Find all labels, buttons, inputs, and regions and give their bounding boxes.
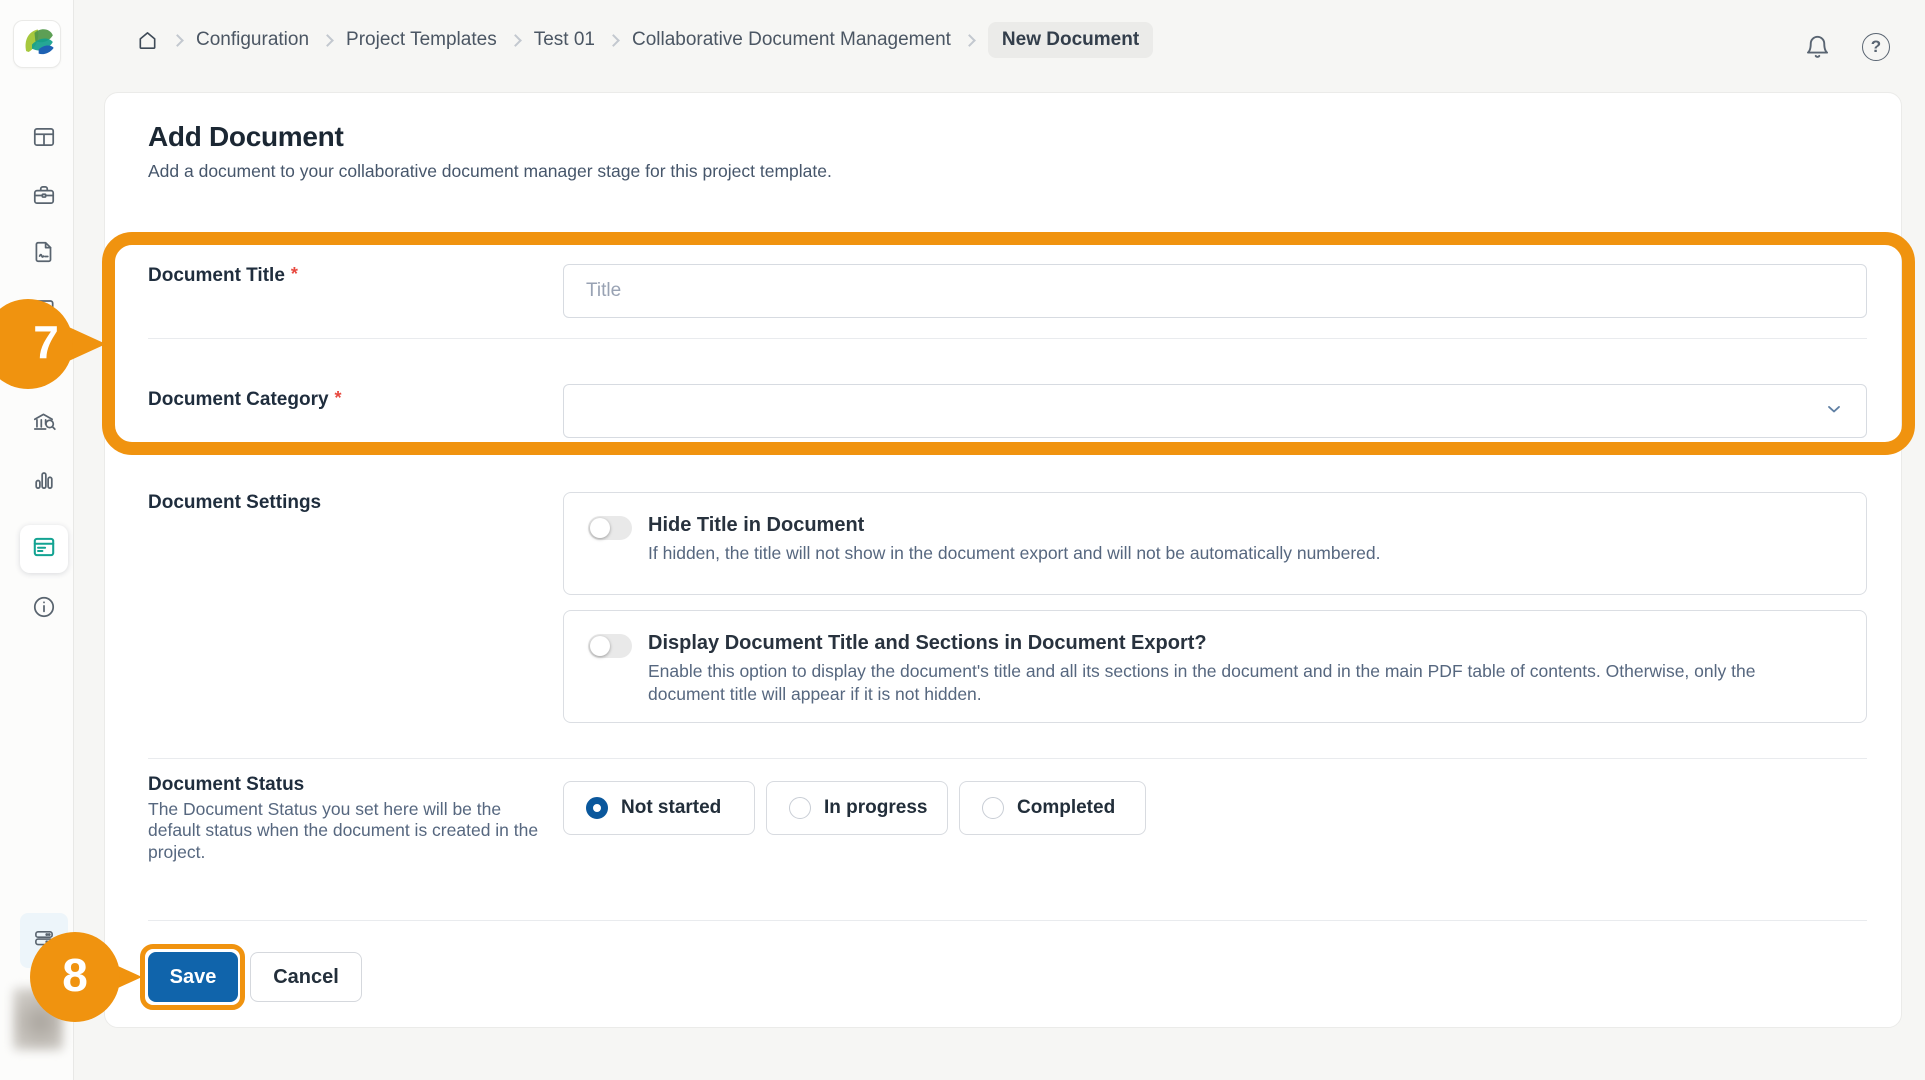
chevron-right-icon [171,34,184,47]
briefcase-icon [31,182,57,208]
breadcrumb-collaborative-document-management[interactable]: Collaborative Document Management [632,29,951,51]
breadcrumb-new-document-current: New Document [988,22,1153,58]
setting-text: Hide Title in Document If hidden, the ti… [648,513,1381,565]
chevron-right-icon [607,34,620,47]
setting-hide-title-description: If hidden, the title will not show in th… [648,542,1381,565]
document-settings-label: Document Settings [148,492,321,514]
breadcrumb-configuration[interactable]: Configuration [196,29,309,51]
required-asterisk: * [335,388,342,408]
radio-checked-icon [586,797,608,819]
sidebar-item-info[interactable] [31,594,57,620]
save-button[interactable]: Save [148,952,238,1002]
document-template-icon [31,534,57,565]
callout-number-8: 8 [30,948,120,1002]
document-category-select[interactable] [563,384,1867,438]
page-title: Add Document [148,121,344,153]
document-category-label: Document Category * [148,388,342,411]
chevron-down-icon [1824,399,1844,424]
sidebar-item-dashboard[interactable] [31,124,57,150]
document-title-label: Document Title * [148,264,298,287]
breadcrumb-project-templates[interactable]: Project Templates [346,29,497,51]
hide-title-toggle[interactable] [588,516,632,540]
setting-display-title-description: Enable this option to display the docume… [648,660,1813,706]
sidebar-item-documents[interactable] [31,239,57,265]
footer-divider [148,920,1867,921]
chevron-right-icon [321,34,334,47]
sidebar [0,0,74,1080]
help-icon[interactable]: ? [1862,33,1890,61]
chevron-right-icon [963,34,976,47]
row-divider [148,338,1867,339]
status-option-not-started[interactable]: Not started [563,781,755,835]
cancel-button[interactable]: Cancel [250,952,362,1002]
document-category-label-text: Document Category [148,389,329,410]
bell-icon[interactable] [1804,34,1831,61]
document-status-description: The Document Status you set here will be… [148,799,540,863]
document-icon [31,239,57,265]
dashboard-icon [31,124,57,150]
sidebar-item-projects[interactable] [31,182,57,208]
section-divider [148,758,1867,759]
home-icon[interactable] [136,29,159,52]
status-completed-label: Completed [1017,797,1115,819]
radio-unchecked-icon [982,797,1004,819]
info-icon [31,594,57,620]
setting-hide-title: Hide Title in Document If hidden, the ti… [563,492,1867,595]
bank-search-icon [31,409,57,435]
setting-text: Display Document Title and Sections in D… [648,631,1813,706]
document-status-label: Document Status [148,774,304,796]
leaf-logo-icon [17,22,57,67]
topbar-actions: ? [1804,33,1890,61]
sidebar-item-institutions[interactable] [31,409,57,435]
document-title-input[interactable] [563,264,1867,318]
callout-number-7: 7 [4,315,88,369]
status-option-completed[interactable]: Completed [959,781,1146,835]
display-title-sections-toggle[interactable] [588,634,632,658]
setting-display-title-title: Display Document Title and Sections in D… [648,631,1813,656]
chevron-right-icon [509,34,522,47]
page-subtitle: Add a document to your collaborative doc… [148,161,832,182]
setting-display-title-sections: Display Document Title and Sections in D… [563,610,1867,723]
app-logo[interactable] [13,20,61,68]
breadcrumb: Configuration Project Templates Test 01 … [136,24,1153,56]
sidebar-item-analytics[interactable] [31,467,57,493]
breadcrumb-test-01[interactable]: Test 01 [534,29,595,51]
status-option-in-progress[interactable]: In progress [766,781,948,835]
sidebar-item-templates-active[interactable] [20,525,68,573]
status-in-progress-label: In progress [824,797,927,819]
radio-unchecked-icon [789,797,811,819]
setting-hide-title-title: Hide Title in Document [648,513,1381,538]
bar-chart-icon [31,467,57,493]
status-not-started-label: Not started [621,797,721,819]
document-title-label-text: Document Title [148,265,285,286]
required-asterisk: * [291,264,298,284]
